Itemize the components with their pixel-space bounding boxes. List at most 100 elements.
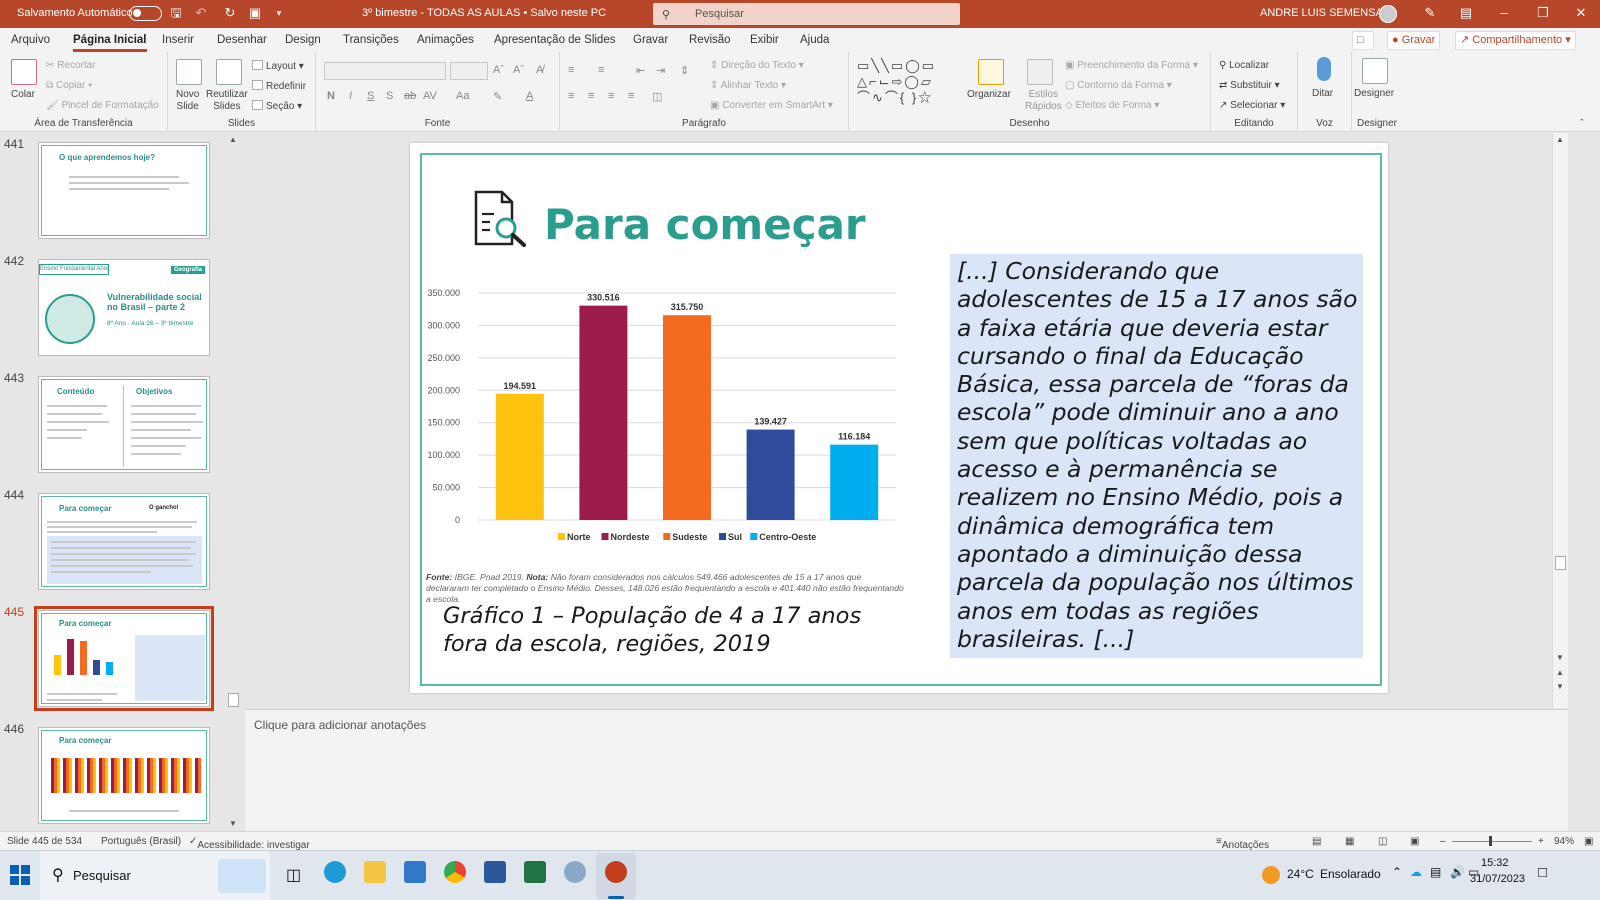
notes-placeholder[interactable]: Clique para adicionar anotações [254,718,426,732]
slide-thumbnail-442[interactable]: Ensino Fundamental Anos Finais Geografia… [38,259,210,356]
word-icon[interactable] [484,861,506,883]
slideshow-icon[interactable]: ▣ [1410,836,1419,847]
tray-chevron-icon[interactable]: ⌃ [1392,865,1402,879]
reset-button[interactable]: Redefinir [252,80,306,92]
customize-toolbar-icon[interactable]: ▾ [271,5,287,21]
arrange-button[interactable]: Organizar [967,89,1011,101]
shapes-gallery[interactable]: ▭╲╲▭◯▭ △⌐⌙⇨◯▱ ⌒∿⌒{ }☆ [857,58,965,108]
strikethrough-icon[interactable]: ab [404,90,416,102]
tab-animacoes[interactable]: Animações [417,34,474,46]
bullets-icon[interactable]: ≡ [568,64,574,76]
redo-icon[interactable]: ↻ [222,5,238,21]
bar-chart[interactable]: 0 50.000 100.000 150.000 200.000 250.000 300.0… [418,280,908,555]
network-icon[interactable]: ▤ [1430,865,1441,879]
quick-styles-icon[interactable] [1027,59,1053,85]
collapse-ribbon-icon[interactable]: ˆ [1580,118,1584,130]
powerpoint-taskbar-item[interactable] [596,853,636,899]
pen-icon[interactable]: ✎ [1422,5,1438,21]
designer-button[interactable]: Designer [1354,88,1394,100]
highlight-icon[interactable]: ✎ [493,90,502,103]
search-box[interactable]: ⚲ Pesquisar [653,3,960,25]
onedrive-icon[interactable]: ☁ [1410,865,1422,879]
select-button[interactable]: ↗ Selecionar ▾ [1219,100,1285,111]
user-name[interactable]: ANDRE LUIS SEMENSATO [1260,7,1397,19]
format-painter-button[interactable]: 🖌 Pincel de Formatação [46,100,159,111]
weather-text[interactable]: Ensolarado [1320,867,1381,881]
new-slide-button[interactable]: Novo Slide [176,89,199,113]
slide-sorter-icon[interactable]: ▦ [1345,836,1354,847]
slide-thumbnail-443[interactable]: Conteúdo Objetivos [38,376,210,473]
comments-icon[interactable]: □ [1352,31,1374,50]
notes-pane[interactable]: Clique para adicionar anotações [245,709,1568,831]
reuse-slides-button[interactable]: Reutilizar Slides [206,89,248,113]
decrease-indent-icon[interactable]: ⇤ [636,64,645,77]
cut-button[interactable]: ✂ Recortar [46,60,96,71]
italic-icon[interactable]: I [349,90,352,102]
zoom-slider-thumb[interactable] [1489,836,1492,846]
line-spacing-icon[interactable]: ⇕ [680,64,689,77]
previous-slide-icon[interactable]: ▲ [1556,668,1564,677]
record-button[interactable]: ● Gravar [1387,31,1441,50]
align-left-icon[interactable]: ≡ [568,90,574,102]
fit-slide-icon[interactable]: ▣ [1584,836,1593,847]
font-color-icon[interactable]: A [526,90,533,102]
thumbnails-scroll-thumb[interactable] [228,693,239,707]
shape-fill-button[interactable]: ▣ Preenchimento da Forma ▾ [1065,60,1198,71]
app-icon[interactable] [564,861,586,883]
font-name-dropdown[interactable] [324,62,446,80]
slide-thumbnail-444[interactable]: Para começar O gancho! [38,493,210,590]
excel-icon[interactable] [524,861,546,883]
microphone-icon[interactable] [1317,57,1331,81]
chrome-icon[interactable] [444,861,466,883]
quote-text[interactable]: [...] Considerando que adolescentes de 1… [957,257,1359,653]
char-spacing-icon[interactable]: AV [423,90,437,102]
shape-outline-button[interactable]: ▢ Contorno da Forma ▾ [1065,80,1172,91]
grow-font-icon[interactable]: Aˆ [493,64,504,76]
increase-indent-icon[interactable]: ⇥ [656,64,665,77]
close-icon[interactable]: ✕ [1573,5,1589,21]
reading-view-icon[interactable]: ◫ [1378,836,1387,847]
avatar[interactable] [1379,5,1397,23]
change-case-icon[interactable]: Aa [456,90,469,102]
underline-icon[interactable]: S [367,90,374,102]
justify-icon[interactable]: ≡ [628,90,634,102]
volume-icon[interactable]: 🔊 [1450,865,1465,879]
tab-transicoes[interactable]: Transições [343,34,399,46]
clear-format-icon[interactable]: A̸ [536,64,543,76]
edge-icon[interactable] [324,861,346,883]
zoom-in-icon[interactable]: + [1538,836,1544,847]
present-icon[interactable]: ▣ [247,5,263,21]
zoom-out-icon[interactable]: – [1440,836,1446,847]
slide-thumbnail-445[interactable]: Para começar [34,606,214,711]
tab-gravar[interactable]: Gravar [633,34,668,46]
slide-thumbnail-441[interactable]: O que aprendemos hoje? [38,142,210,239]
tab-inserir[interactable]: Inserir [162,34,194,46]
save-icon[interactable]: 🖫 [168,5,184,21]
columns-icon[interactable]: ◫ [652,90,662,103]
slide-title[interactable]: Para começar [544,200,866,249]
slide-thumbnail-446[interactable]: Para começar [38,727,210,824]
next-slide-icon[interactable]: ▼ [1556,682,1564,691]
accessibility-status[interactable]: ✓ Acessibilidade: investigar [189,836,310,851]
minimize-icon[interactable]: – [1496,5,1512,21]
normal-view-icon[interactable]: ▤ [1312,836,1321,847]
chart-source-note[interactable]: Fonte: IBGE. Pnad 2019. Nota: Não foram … [426,572,906,605]
text-direction-button[interactable]: ⇕ Direção do Texto ▾ [710,60,804,71]
autosave-toggle[interactable] [129,6,162,21]
bold-icon[interactable]: N [327,90,335,102]
editor-scroll-thumb[interactable] [1555,556,1566,570]
weather-icon[interactable] [1262,866,1280,884]
thumbnails-scrollbar[interactable]: ▲ ▼ [227,133,240,833]
tab-exibir[interactable]: Exibir [750,34,779,46]
paste-button[interactable]: Colar [11,89,35,101]
tab-arquivo[interactable]: Arquivo [11,34,50,46]
align-right-icon[interactable]: ≡ [608,90,614,102]
store-icon[interactable] [404,861,426,883]
shape-effects-button[interactable]: ◇ Efeitos de Forma ▾ [1065,100,1159,111]
undo-icon[interactable]: ↶ [193,5,209,21]
tab-desenhar[interactable]: Desenhar [217,34,267,46]
tab-design[interactable]: Design [285,34,321,46]
reuse-slides-icon[interactable] [216,59,242,85]
share-button[interactable]: ↗ Compartilhamento ▾ [1455,31,1576,50]
zoom-level[interactable]: 94% [1554,836,1574,847]
